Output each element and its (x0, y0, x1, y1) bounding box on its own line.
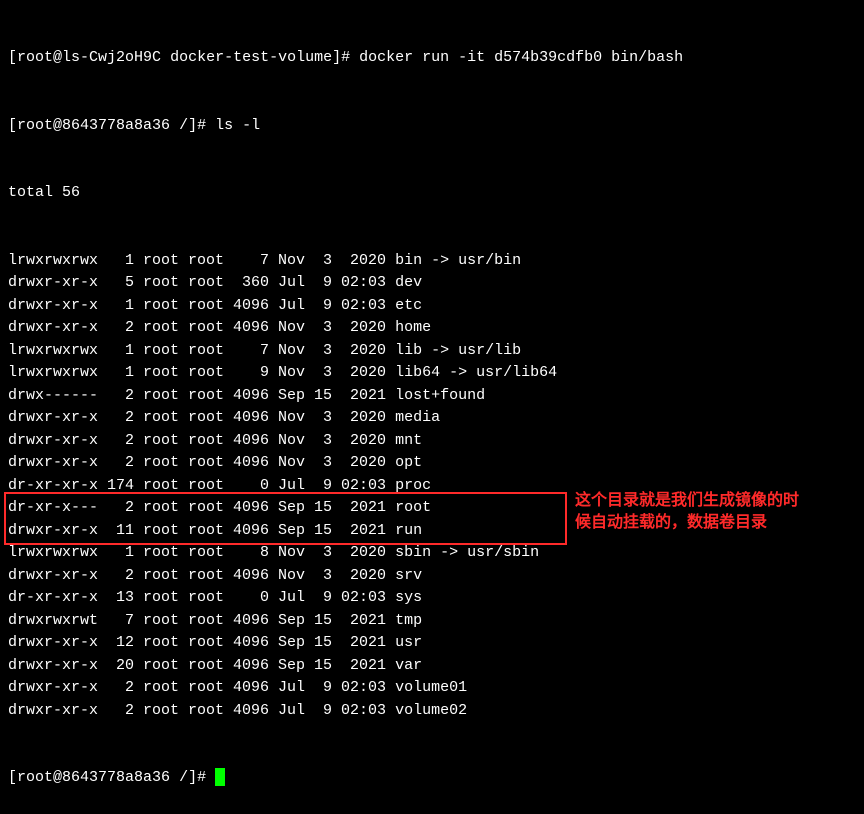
ls-row: lrwxrwxrwx 1 root root 8 Nov 3 2020 sbin… (8, 542, 856, 565)
ls-row: drwxr-xr-x 2 root root 4096 Nov 3 2020 h… (8, 317, 856, 340)
ls-row: drwxr-xr-x 2 root root 4096 Nov 3 2020 m… (8, 407, 856, 430)
prompt-line-last: [root@8643778a8a36 /]# (8, 767, 856, 790)
ls-row: drwxr-xr-x 12 root root 4096 Sep 15 2021… (8, 632, 856, 655)
ls-row: lrwxrwxrwx 1 root root 9 Nov 3 2020 lib6… (8, 362, 856, 385)
ls-row: drwxr-xr-x 2 root root 4096 Jul 9 02:03 … (8, 677, 856, 700)
ls-row: lrwxrwxrwx 1 root root 7 Nov 3 2020 lib … (8, 340, 856, 363)
ls-row: drwxr-xr-x 20 root root 4096 Sep 15 2021… (8, 655, 856, 678)
ls-row: drwxr-xr-x 2 root root 4096 Nov 3 2020 m… (8, 430, 856, 453)
ls-row: drwxr-xr-x 1 root root 4096 Jul 9 02:03 … (8, 295, 856, 318)
ls-row: dr-xr-xr-x 13 root root 0 Jul 9 02:03 sy… (8, 587, 856, 610)
total-line: total 56 (8, 182, 856, 205)
prompt-line-2: [root@8643778a8a36 /]# ls -l (8, 115, 856, 138)
ls-row: drwx------ 2 root root 4096 Sep 15 2021 … (8, 385, 856, 408)
ls-row: lrwxrwxrwx 1 root root 7 Nov 3 2020 bin … (8, 250, 856, 273)
ls-row: drwxr-xr-x 2 root root 4096 Nov 3 2020 o… (8, 452, 856, 475)
annotation-text: 这个目录就是我们生成镜像的时 候自动挂载的，数据卷目录 (575, 490, 799, 533)
ls-row: drwxr-xr-x 2 root root 4096 Jul 9 02:03 … (8, 700, 856, 723)
cursor-icon (215, 768, 225, 786)
ls-row: drwxr-xr-x 2 root root 4096 Nov 3 2020 s… (8, 565, 856, 588)
terminal-output[interactable]: [root@ls-Cwj2oH9C docker-test-volume]# d… (0, 0, 864, 814)
command-text: ls -l (215, 117, 260, 134)
ls-row: drwxrwxrwt 7 root root 4096 Sep 15 2021 … (8, 610, 856, 633)
command-text: docker run -it d574b39cdfb0 bin/bash (359, 49, 683, 66)
ls-row: drwxr-xr-x 5 root root 360 Jul 9 02:03 d… (8, 272, 856, 295)
prompt-line-1: [root@ls-Cwj2oH9C docker-test-volume]# d… (8, 47, 856, 70)
